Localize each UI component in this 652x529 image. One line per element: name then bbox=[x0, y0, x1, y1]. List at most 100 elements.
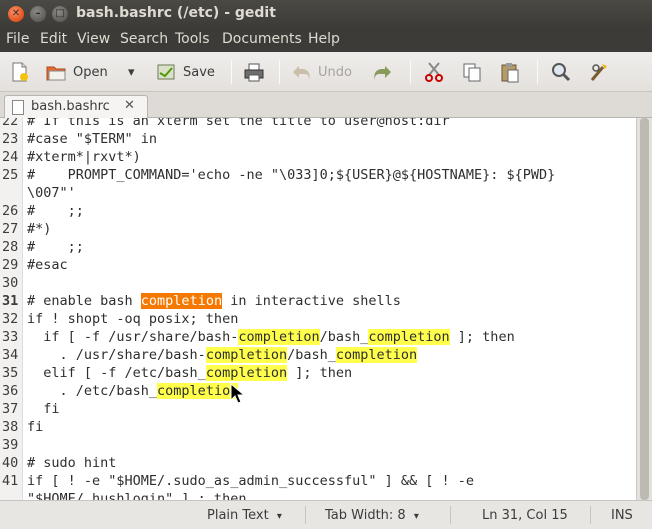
code-text: # ;; bbox=[27, 203, 84, 219]
code-line[interactable]: 36 . /etc/bash_completion bbox=[0, 382, 636, 400]
code-line[interactable]: 24 #xterm*|rxvt*) bbox=[0, 148, 636, 166]
code-line[interactable]: 41 if [ ! -e "$HOME/.sudo_as_admin_succes… bbox=[0, 472, 636, 490]
code-line[interactable]: \007"' bbox=[0, 184, 636, 202]
code-text: # sudo hint bbox=[27, 455, 117, 471]
search-match: completion bbox=[335, 347, 418, 363]
print-button[interactable] bbox=[243, 58, 265, 86]
code-text: #case "$TERM" in bbox=[27, 131, 158, 147]
cursor-position: Ln 31, Col 15 bbox=[482, 508, 568, 523]
menu-file[interactable]: File bbox=[6, 31, 29, 47]
replace-icon bbox=[588, 61, 610, 83]
text-editor[interactable]: 22 # If this is an xterm set the title to… bbox=[0, 118, 636, 500]
line-number: 25 bbox=[2, 167, 19, 183]
tab-bash-bashrc[interactable]: bash.bashrc ✕ bbox=[4, 95, 148, 118]
maximize-icon: □ bbox=[55, 8, 65, 19]
redo-button[interactable] bbox=[372, 58, 394, 86]
status-separator bbox=[590, 506, 591, 524]
toolbar-separator bbox=[410, 60, 411, 84]
paste-button[interactable] bbox=[499, 58, 521, 86]
code-text: . /usr/share/bash-completion/bash_comple… bbox=[27, 347, 418, 363]
save-button[interactable]: Save bbox=[155, 58, 215, 86]
code-line[interactable]: 32 if ! shopt -oq posix; then bbox=[0, 310, 636, 328]
search-match: completion bbox=[368, 329, 450, 345]
close-window-button[interactable]: ✕ bbox=[8, 6, 24, 22]
tab-width-selector[interactable]: Tab Width: 8 ▾ bbox=[325, 508, 419, 523]
code-line[interactable]: 34 . /usr/share/bash-completion/bash_com… bbox=[0, 346, 636, 364]
undo-button[interactable]: Undo bbox=[290, 58, 352, 86]
tab-bar: bash.bashrc ✕ bbox=[0, 92, 652, 118]
menu-search[interactable]: Search bbox=[120, 31, 168, 47]
line-number: 26 bbox=[2, 203, 19, 219]
code-line[interactable]: 25 # PROMPT_COMMAND='echo -ne "\033]0;${U… bbox=[0, 166, 636, 184]
menu-edit[interactable]: Edit bbox=[40, 31, 67, 47]
menu-tools[interactable]: Tools bbox=[175, 31, 210, 47]
code-line[interactable]: 28 # ;; bbox=[0, 238, 636, 256]
chevron-down-icon: ▾ bbox=[128, 64, 135, 80]
code-text: # PROMPT_COMMAND='echo -ne "\033]0;${USE… bbox=[27, 167, 556, 183]
code-text: . /etc/bash_completion bbox=[27, 383, 239, 399]
window-title: bash.bashrc (/etc) - gedit bbox=[76, 5, 276, 21]
open-recent-dropdown[interactable]: ▾ bbox=[128, 58, 135, 86]
code-line[interactable]: 26 # ;; bbox=[0, 202, 636, 220]
search-match: completion bbox=[205, 365, 288, 381]
code-line[interactable]: 37 fi bbox=[0, 400, 636, 418]
print-icon bbox=[243, 61, 265, 83]
toolbar-separator bbox=[279, 60, 280, 84]
code-text: fi bbox=[27, 419, 44, 435]
maximize-window-button[interactable]: □ bbox=[52, 6, 68, 22]
code-text: elif [ -f /etc/bash_completion ]; then bbox=[27, 365, 353, 381]
menu-view[interactable]: View bbox=[77, 31, 110, 47]
code-line[interactable]: 23 #case "$TERM" in bbox=[0, 130, 636, 148]
search-match: completion bbox=[205, 347, 288, 363]
menu-bar: File Edit View Search Tools Documents He… bbox=[0, 28, 652, 52]
menu-documents[interactable]: Documents bbox=[222, 31, 302, 47]
insert-mode: INS bbox=[611, 508, 633, 523]
code-text: fi bbox=[27, 401, 60, 417]
line-number: 36 bbox=[2, 383, 19, 399]
code-text: #esac bbox=[27, 257, 68, 273]
code-line[interactable]: 22 # If this is an xterm set the title to… bbox=[0, 118, 636, 130]
open-button[interactable]: Open bbox=[45, 58, 108, 86]
chevron-down-icon: ▾ bbox=[276, 511, 282, 522]
new-document-button[interactable] bbox=[8, 58, 30, 86]
line-number: 28 bbox=[2, 239, 19, 255]
code-text: if [ -f /usr/share/bash-completion/bash_… bbox=[27, 329, 515, 345]
code-text: # ;; bbox=[27, 239, 84, 255]
code-line[interactable]: 29 #esac bbox=[0, 256, 636, 274]
toolbar: Open ▾ Save Undo bbox=[0, 52, 652, 92]
code-line[interactable]: 35 elif [ -f /etc/bash_completion ]; the… bbox=[0, 364, 636, 382]
code-line[interactable]: 38 fi bbox=[0, 418, 636, 436]
code-line[interactable]: 33 if [ -f /usr/share/bash-completion/ba… bbox=[0, 328, 636, 346]
chevron-down-icon: ▾ bbox=[413, 511, 419, 522]
code-text: if ! shopt -oq posix; then bbox=[27, 311, 239, 327]
code-line[interactable]: 39 bbox=[0, 436, 636, 454]
code-text: "$HOME/.hushlogin" ] ; then bbox=[27, 491, 247, 500]
code-line[interactable]: 31 # enable bash completion in interactiv… bbox=[0, 292, 636, 310]
line-number: 29 bbox=[2, 257, 19, 273]
minimize-window-button[interactable]: – bbox=[30, 6, 46, 22]
scrollbar-thumb[interactable] bbox=[640, 118, 649, 500]
title-bar: ✕ – □ bash.bashrc (/etc) - gedit bbox=[0, 0, 652, 28]
tab-close-button[interactable]: ✕ bbox=[124, 98, 135, 113]
copy-button[interactable] bbox=[461, 58, 483, 86]
line-number: 39 bbox=[2, 437, 19, 453]
replace-button[interactable] bbox=[588, 58, 610, 86]
line-number: 37 bbox=[2, 401, 19, 417]
menu-help[interactable]: Help bbox=[308, 31, 340, 47]
vertical-scrollbar[interactable] bbox=[636, 118, 652, 500]
cut-icon bbox=[423, 61, 445, 83]
paste-icon bbox=[499, 61, 521, 83]
code-line[interactable]: "$HOME/.hushlogin" ] ; then bbox=[0, 490, 636, 500]
code-line[interactable]: 30 bbox=[0, 274, 636, 292]
cut-button[interactable] bbox=[423, 58, 445, 86]
save-label: Save bbox=[183, 64, 215, 80]
language-selector[interactable]: Plain Text ▾ bbox=[207, 508, 282, 523]
line-number: 27 bbox=[2, 221, 19, 237]
open-label: Open bbox=[73, 64, 108, 80]
code-text: \007"' bbox=[27, 185, 76, 201]
search-button[interactable] bbox=[550, 58, 572, 86]
line-number: 32 bbox=[2, 311, 19, 327]
code-line[interactable]: 40 # sudo hint bbox=[0, 454, 636, 472]
line-number: 40 bbox=[2, 455, 19, 471]
code-line[interactable]: 27 #*) bbox=[0, 220, 636, 238]
